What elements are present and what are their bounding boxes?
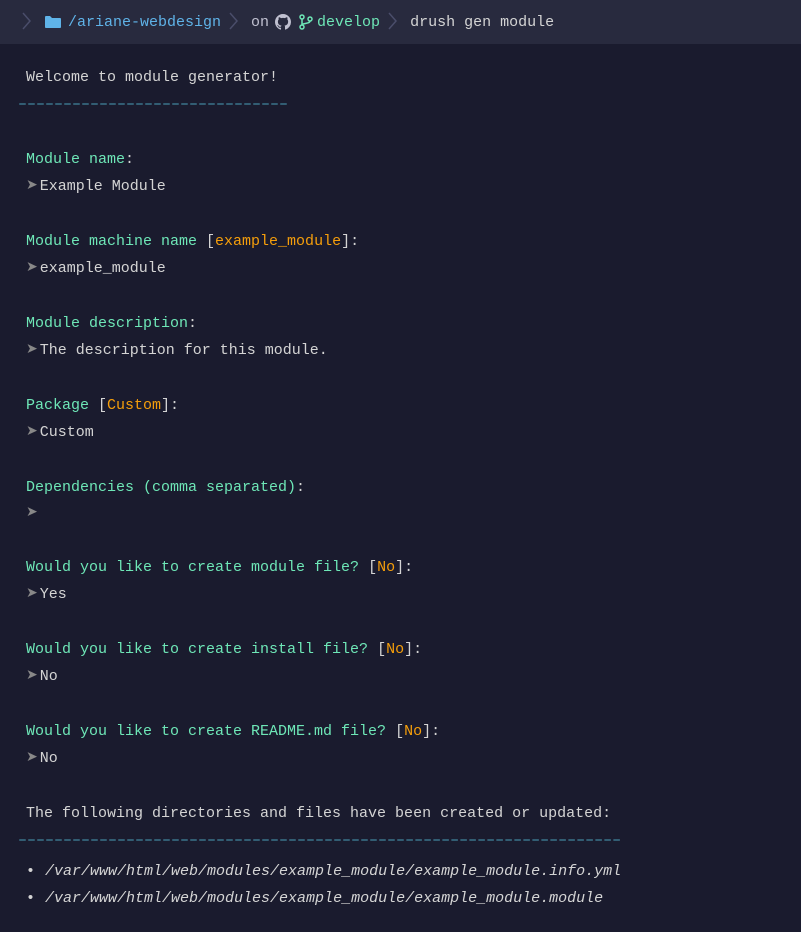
- arrow-icon: ➤: [26, 256, 38, 281]
- prompt-block: Dependencies (comma separated):➤: [18, 474, 783, 526]
- arrow-icon: ➤: [26, 338, 38, 363]
- answer-text: example_module: [40, 255, 166, 282]
- answer-line: ➤No: [26, 745, 783, 772]
- prompt-block: Module description:➤The description for …: [18, 310, 783, 364]
- answer-text: Example Module: [40, 173, 166, 200]
- prompt-block: Would you like to create module file? [N…: [18, 554, 783, 608]
- prompt-label: Module description: [26, 315, 188, 332]
- header-underline: ––––––––––––––––––––––––––––––: [18, 91, 783, 118]
- bracket-close: ]:: [422, 723, 440, 740]
- prompt-colon: :: [296, 479, 305, 496]
- bracket-open: [: [386, 723, 404, 740]
- answer-line: ➤Example Module: [26, 173, 783, 200]
- arrow-icon: ➤: [26, 420, 38, 445]
- prompt-default: example_module: [215, 233, 341, 250]
- breadcrumb-command: drush gen module: [410, 9, 554, 36]
- prompt-line: Would you like to create install file? […: [26, 636, 783, 663]
- prompt-label: Dependencies (comma separated): [26, 479, 296, 496]
- answer-text: Custom: [40, 419, 94, 446]
- bracket-open: [: [197, 233, 215, 250]
- breadcrumb: /ariane-webdesign on develop drush gen m…: [0, 0, 801, 44]
- answer-text: No: [40, 663, 58, 690]
- answer-text: No: [40, 745, 58, 772]
- file-list: • /var/www/html/web/modules/example_modu…: [18, 858, 783, 912]
- arrow-icon: ➤: [26, 664, 38, 689]
- prompt-block: Module machine name [example_module]:➤ex…: [18, 228, 783, 282]
- prompt-block: Would you like to create README.md file?…: [18, 718, 783, 772]
- breadcrumb-on: on: [251, 9, 269, 36]
- prompt-line: Would you like to create module file? [N…: [26, 554, 783, 581]
- prompt-line: Module name:: [26, 146, 783, 173]
- answer-line: ➤The description for this module.: [26, 337, 783, 364]
- prompt-label: Would you like to create README.md file?: [26, 723, 386, 740]
- bracket-open: [: [368, 641, 386, 658]
- file-path: /var/www/html/web/modules/example_module…: [45, 858, 621, 885]
- github-icon: [275, 9, 291, 36]
- bracket-open: [: [359, 559, 377, 576]
- file-path: /var/www/html/web/modules/example_module…: [45, 885, 603, 912]
- answer-line: ➤Custom: [26, 419, 783, 446]
- footer-header: The following directories and files have…: [18, 800, 783, 827]
- prompt-label: Module name: [26, 151, 125, 168]
- prompt-default: Custom: [107, 397, 161, 414]
- prompt-line: Package [Custom]:: [26, 392, 783, 419]
- arrow-icon: ➤: [26, 501, 38, 526]
- prompt-default: No: [404, 723, 422, 740]
- prompt-label: Would you like to create module file?: [26, 559, 359, 576]
- bracket-close: ]:: [341, 233, 359, 250]
- footer-underline: ––––––––––––––––––––––––––––––––––––––––…: [18, 827, 783, 854]
- bullet-icon: •: [26, 858, 35, 885]
- prompt-block: Module name:➤Example Module: [18, 146, 783, 200]
- breadcrumb-path: /ariane-webdesign: [68, 9, 221, 36]
- prompt-line: Module description:: [26, 310, 783, 337]
- file-item: • /var/www/html/web/modules/example_modu…: [26, 885, 783, 912]
- arrow-icon: ➤: [26, 174, 38, 199]
- answer-line: ➤example_module: [26, 255, 783, 282]
- prompt-block: Would you like to create install file? […: [18, 636, 783, 690]
- folder-icon: [44, 9, 62, 36]
- arrow-icon: ➤: [26, 582, 38, 607]
- prompt-line: Module machine name [example_module]:: [26, 228, 783, 255]
- prompt-label: Would you like to create install file?: [26, 641, 368, 658]
- file-item: • /var/www/html/web/modules/example_modu…: [26, 858, 783, 885]
- breadcrumb-branch: develop: [317, 9, 380, 36]
- prompt-block: Package [Custom]:➤Custom: [18, 392, 783, 446]
- terminal-output: Welcome to module generator! –––––––––––…: [0, 44, 801, 932]
- bracket-close: ]:: [395, 559, 413, 576]
- bullet-icon: •: [26, 885, 35, 912]
- prompt-line: Dependencies (comma separated):: [26, 474, 783, 501]
- prompt-colon: :: [125, 151, 134, 168]
- arrow-icon: ➤: [26, 746, 38, 771]
- prompt-line: Would you like to create README.md file?…: [26, 718, 783, 745]
- prompt-label: Package: [26, 397, 89, 414]
- prompt-colon: :: [188, 315, 197, 332]
- answer-line: ➤: [26, 501, 783, 526]
- answer-line: ➤No: [26, 663, 783, 690]
- branch-icon: [299, 9, 313, 36]
- prompt-label: Module machine name: [26, 233, 197, 250]
- answer-text: Yes: [40, 581, 67, 608]
- bracket-close: ]:: [404, 641, 422, 658]
- prompt-default: No: [386, 641, 404, 658]
- prompt-default: No: [377, 559, 395, 576]
- answer-text: The description for this module.: [40, 337, 328, 364]
- welcome-header: Welcome to module generator!: [18, 64, 783, 91]
- bracket-close: ]:: [161, 397, 179, 414]
- bracket-open: [: [89, 397, 107, 414]
- answer-line: ➤Yes: [26, 581, 783, 608]
